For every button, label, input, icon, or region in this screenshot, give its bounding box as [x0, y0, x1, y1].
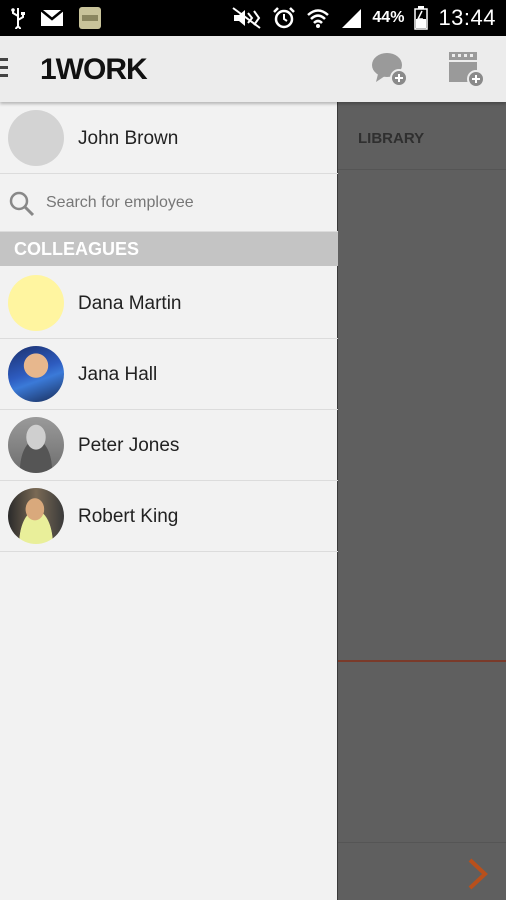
new-video-button[interactable] [447, 50, 487, 90]
new-chat-button[interactable] [370, 50, 410, 90]
clock: 13:44 [438, 5, 496, 30]
library-title: LIBRARY [358, 130, 425, 147]
search-bar [0, 174, 338, 232]
list-item[interactable]: Dana Martin [0, 268, 338, 339]
usb-icon [10, 7, 26, 29]
mute-icon [232, 7, 262, 29]
avatar [8, 110, 64, 166]
new-video-icon [447, 52, 487, 94]
status-bar: 44% 13:44 [0, 0, 506, 36]
system-status: 44% 13:44 [232, 4, 496, 32]
avatar [8, 346, 64, 402]
alarm-icon [272, 6, 296, 30]
colleagues-list: Dana Martin Jana Hall Peter Jones Robert… [0, 268, 338, 552]
battery-icon [414, 6, 429, 30]
search-input[interactable] [46, 190, 326, 216]
search-icon [8, 190, 36, 223]
avatar [8, 488, 64, 544]
section-title: COLLEAGUES [14, 239, 140, 259]
list-item[interactable]: Jana Hall [0, 339, 338, 410]
colleague-name: Jana Hall [78, 364, 158, 385]
app-logo[interactable]: 1WORK [40, 53, 148, 87]
list-item[interactable]: Peter Jones [0, 410, 338, 481]
menu-icon[interactable] [0, 58, 10, 80]
library-header: LIBRARY [338, 102, 506, 170]
wifi-icon [306, 7, 330, 29]
app-bar: 1WORK [0, 36, 506, 102]
avatar [8, 275, 64, 331]
colleague-name: Peter Jones [78, 435, 180, 456]
library-footer [338, 842, 506, 900]
accent-divider [338, 660, 506, 662]
battery-percent: 44% [372, 9, 405, 26]
current-user-row[interactable]: John Brown [0, 102, 338, 174]
colleague-name: Robert King [78, 506, 179, 527]
colleague-name: Dana Martin [78, 293, 182, 314]
app-notification-icon [78, 6, 102, 30]
notification-icons [10, 6, 102, 30]
navigation-drawer: John Brown COLLEAGUES Dana Martin Jana H… [0, 102, 338, 900]
library-panel: LIBRARY [338, 102, 506, 900]
current-user-name: John Brown [78, 128, 179, 149]
signal-icon [340, 7, 362, 29]
new-chat-icon [370, 53, 410, 94]
colleagues-section-header: COLLEAGUES [0, 232, 338, 266]
gmail-icon [40, 9, 64, 27]
avatar [8, 417, 64, 473]
chevron-right-icon[interactable] [466, 857, 490, 896]
list-item[interactable]: Robert King [0, 481, 338, 552]
